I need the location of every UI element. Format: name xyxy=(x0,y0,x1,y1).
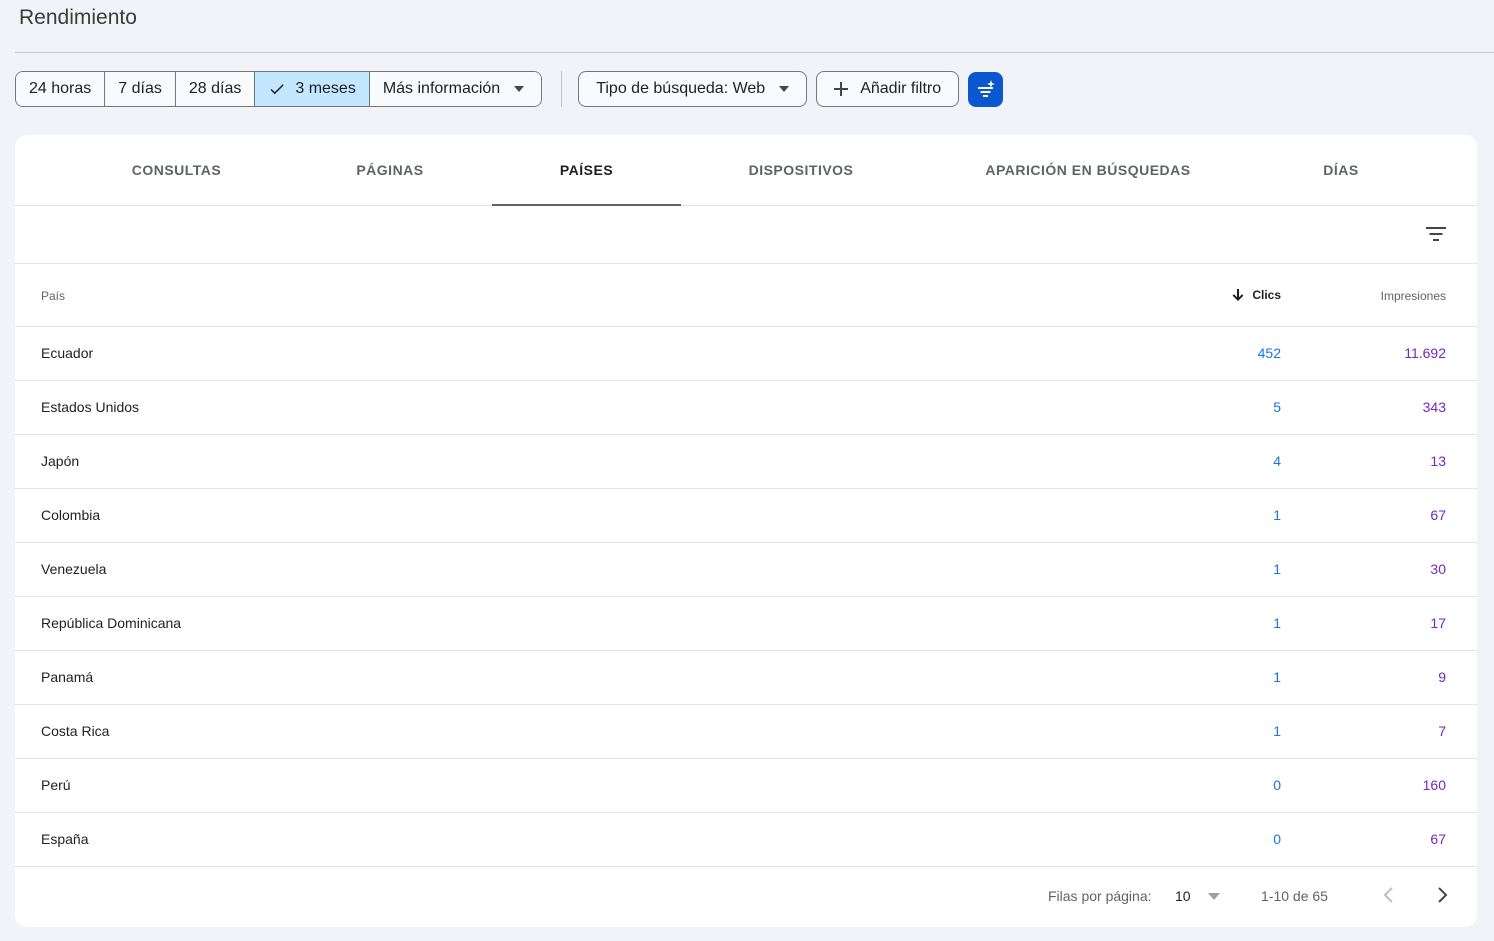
column-header-clicks[interactable]: Clics xyxy=(1231,288,1281,302)
cell-clicks: 4 xyxy=(1273,453,1281,469)
search-type-dropdown[interactable]: Tipo de búsqueda: Web xyxy=(578,71,808,107)
tab-dias[interactable]: DÍAS xyxy=(1295,135,1387,205)
table-row[interactable]: Venezuela 1 30 xyxy=(15,543,1477,597)
arrow-down-icon xyxy=(1232,289,1244,301)
dropdown-caret-icon xyxy=(779,86,790,92)
table-toolbar xyxy=(15,206,1477,264)
table-row[interactable]: República Dominicana 1 17 xyxy=(15,597,1477,651)
tab-label: CONSULTAS xyxy=(131,162,222,178)
cell-country: Perú xyxy=(41,777,71,793)
cell-clicks: 0 xyxy=(1273,777,1281,793)
cell-country: Panamá xyxy=(41,669,94,685)
filter-sparkle-icon xyxy=(977,80,995,97)
date-range-label: 3 meses xyxy=(295,80,356,97)
cell-impressions: 67 xyxy=(1430,507,1446,523)
date-range-label: 24 horas xyxy=(29,80,92,97)
column-header-label: Clics xyxy=(1252,288,1281,302)
cell-clicks: 1 xyxy=(1273,723,1281,739)
cell-impressions: 67 xyxy=(1430,831,1446,847)
tab-label: APARICIÓN EN BÚSQUEDAS xyxy=(985,162,1191,178)
dimension-tabs: CONSULTAS PÁGINAS PAÍSES DISPOSITIVOS AP… xyxy=(15,135,1477,206)
toolbar-divider xyxy=(561,71,563,107)
cell-clicks: 1 xyxy=(1273,615,1281,631)
table-header: País Clics Impresiones xyxy=(15,264,1477,327)
tab-aparicion-en-busquedas[interactable]: APARICIÓN EN BÚSQUEDAS xyxy=(961,135,1215,205)
cell-impressions: 11.692 xyxy=(1404,345,1446,361)
plus-icon xyxy=(834,82,849,96)
tab-paginas[interactable]: PÁGINAS xyxy=(328,135,452,205)
tab-label: PÁGINAS xyxy=(356,162,424,178)
cell-impressions: 7 xyxy=(1438,723,1446,739)
filter-bar: 24 horas 7 días 28 días 3 meses Más info… xyxy=(15,71,1004,107)
date-range-28d[interactable]: 28 días xyxy=(175,72,256,106)
table-row[interactable]: Estados Unidos 5 343 xyxy=(15,381,1477,435)
check-icon xyxy=(270,84,285,95)
table-row[interactable]: Colombia 1 67 xyxy=(15,489,1477,543)
cell-clicks: 1 xyxy=(1273,561,1281,577)
add-filter-button[interactable]: Añadir filtro xyxy=(816,71,960,107)
date-range-label: 28 días xyxy=(188,80,242,97)
cell-country: España xyxy=(41,831,89,847)
cell-country: Costa Rica xyxy=(41,723,110,739)
cell-clicks: 5 xyxy=(1273,399,1281,415)
cell-clicks: 0 xyxy=(1273,831,1281,847)
cell-country: Japón xyxy=(41,453,80,469)
cell-impressions: 343 xyxy=(1422,399,1446,415)
chevron-left-icon[interactable] xyxy=(1381,886,1397,904)
report-card: CONSULTAS PÁGINAS PAÍSES DISPOSITIVOS AP… xyxy=(15,135,1477,927)
dropdown-caret-icon xyxy=(514,86,525,92)
date-range-label: 7 días xyxy=(118,80,162,97)
table-row[interactable]: Panamá 1 9 xyxy=(15,651,1477,705)
date-range-7d[interactable]: 7 días xyxy=(105,72,176,106)
cell-country: Colombia xyxy=(41,507,101,523)
tab-label: DISPOSITIVOS xyxy=(748,162,854,178)
date-range-more[interactable]: Más información xyxy=(369,72,542,106)
cell-country: Estados Unidos xyxy=(41,399,140,415)
tab-consultas[interactable]: CONSULTAS xyxy=(90,135,263,205)
date-range-24h[interactable]: 24 horas xyxy=(16,72,106,106)
cell-country: República Dominicana xyxy=(41,615,182,631)
table-row[interactable]: Japón 4 13 xyxy=(15,435,1477,489)
ai-filter-button[interactable] xyxy=(968,71,1004,107)
pagination-range: 1-10 de 65 xyxy=(1261,888,1328,904)
table-row[interactable]: Ecuador 452 11.692 xyxy=(15,327,1477,381)
cell-impressions: 17 xyxy=(1430,615,1446,631)
tab-dispositivos[interactable]: DISPOSITIVOS xyxy=(721,135,881,205)
date-range-3m[interactable]: 3 meses xyxy=(255,72,370,106)
cell-clicks: 1 xyxy=(1273,507,1281,523)
date-range-label: Más información xyxy=(382,80,501,97)
chevron-down-icon[interactable] xyxy=(1208,893,1220,900)
add-filter-label: Añadir filtro xyxy=(860,80,942,97)
column-header-country[interactable]: País xyxy=(41,289,65,303)
cell-clicks: 452 xyxy=(1257,345,1281,361)
table-row[interactable]: Costa Rica 1 7 xyxy=(15,705,1477,759)
cell-impressions: 30 xyxy=(1430,561,1446,577)
cell-country: Ecuador xyxy=(41,345,94,361)
table-row[interactable]: España 0 67 xyxy=(15,813,1477,867)
column-header-impressions[interactable]: Impresiones xyxy=(1381,289,1446,303)
cell-clicks: 1 xyxy=(1273,669,1281,685)
cell-impressions: 160 xyxy=(1422,777,1446,793)
filter-list-icon[interactable] xyxy=(1425,223,1447,245)
tab-label: DÍAS xyxy=(1323,162,1359,178)
table-body: Ecuador 452 11.692 Estados Unidos 5 343 … xyxy=(15,327,1477,867)
cell-impressions: 13 xyxy=(1430,453,1446,469)
tab-paises[interactable]: PAÍSES xyxy=(492,135,681,205)
pagination: Filas por página: 10 1-10 de 65 xyxy=(15,865,1477,927)
rows-per-page-select[interactable]: 10 xyxy=(1175,888,1191,904)
cell-impressions: 9 xyxy=(1438,669,1446,685)
title-divider xyxy=(15,52,1494,53)
table-row[interactable]: Perú 0 160 xyxy=(15,759,1477,813)
search-type-label: Tipo de búsqueda: Web xyxy=(596,80,766,97)
date-range-selector: 24 horas 7 días 28 días 3 meses Más info… xyxy=(15,71,543,107)
tab-label: PAÍSES xyxy=(559,162,614,178)
rows-per-page-label: Filas por página: xyxy=(1048,888,1152,904)
cell-country: Venezuela xyxy=(41,561,107,577)
chevron-right-icon[interactable] xyxy=(1434,886,1450,904)
page-title: Rendimiento xyxy=(19,6,137,29)
